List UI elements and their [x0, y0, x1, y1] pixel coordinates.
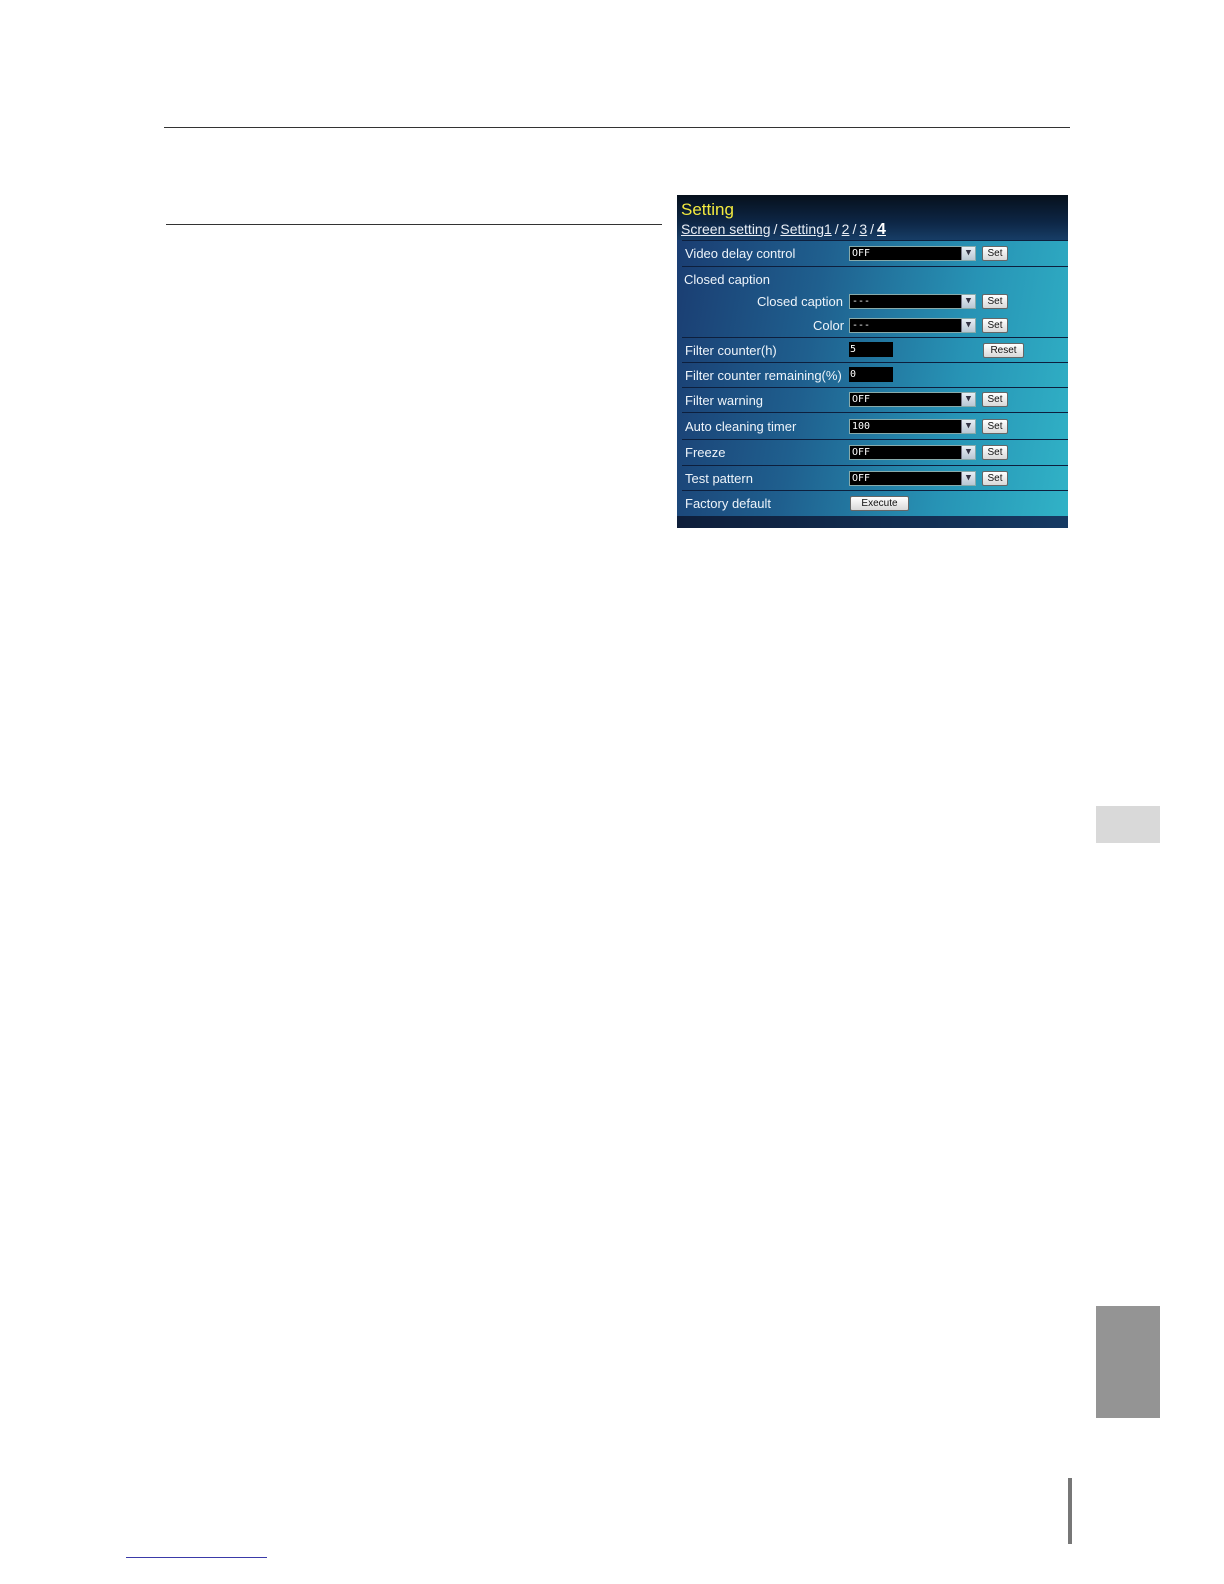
filter-warning-label: Filter warning [685, 393, 764, 408]
row-factory-default: Factory default Execute [682, 490, 1068, 516]
filter-remaining-label: Filter counter remaining(%) [685, 368, 842, 383]
chevron-down-icon[interactable]: ▼ [961, 393, 975, 406]
closed-caption-select[interactable]: --- ▼ [849, 294, 976, 309]
video-delay-select[interactable]: OFF ▼ [849, 246, 976, 261]
test-pattern-select[interactable]: OFF ▼ [849, 471, 976, 486]
header-rule [164, 127, 1070, 128]
panel-title: Setting [681, 200, 734, 219]
chevron-down-icon[interactable]: ▼ [961, 420, 975, 433]
closed-caption-value: --- [852, 296, 871, 307]
filter-warning-set-button[interactable]: Set [982, 392, 1008, 407]
chapter-tab-dark [1096, 1306, 1160, 1418]
chevron-down-icon[interactable]: ▼ [961, 319, 975, 332]
closed-caption-set-button[interactable]: Set [982, 294, 1008, 309]
section-rule [166, 224, 662, 225]
chevron-down-icon[interactable]: ▼ [961, 472, 975, 485]
freeze-label: Freeze [685, 445, 726, 460]
row-filter-warning: Filter warning OFF ▼ Set [682, 387, 1068, 412]
breadcrumb-separator: / [852, 221, 857, 237]
chapter-tab-light [1096, 806, 1160, 843]
freeze-set-button[interactable]: Set [982, 445, 1008, 460]
auto-cleaning-set-button[interactable]: Set [982, 419, 1008, 434]
auto-cleaning-select[interactable]: 100 ▼ [849, 419, 976, 434]
color-select[interactable]: --- ▼ [849, 318, 976, 333]
row-closed-caption-group: Closed caption Closed caption --- ▼ Set … [682, 266, 1068, 337]
closed-caption-label: Closed caption [757, 294, 843, 309]
factory-default-execute-button[interactable]: Execute [850, 496, 909, 511]
row-auto-cleaning-timer: Auto cleaning timer 100 ▼ Set [682, 412, 1068, 439]
footer-link-underline [126, 1557, 267, 1558]
row-freeze: Freeze OFF ▼ Set [682, 439, 1068, 465]
filter-warning-select[interactable]: OFF ▼ [849, 392, 976, 407]
test-pattern-set-button[interactable]: Set [982, 471, 1008, 486]
freeze-select[interactable]: OFF ▼ [849, 445, 976, 460]
video-delay-value: OFF [852, 248, 871, 259]
breadcrumb-separator: / [834, 221, 839, 237]
closed-caption-group-label: Closed caption [684, 272, 770, 287]
breadcrumb-separator: / [773, 221, 778, 237]
freeze-value: OFF [852, 447, 871, 458]
factory-default-label: Factory default [685, 496, 771, 511]
chevron-down-icon[interactable]: ▼ [961, 247, 975, 260]
filter-remaining-field: 0 [849, 367, 893, 382]
breadcrumb-screen-setting[interactable]: Screen setting [681, 221, 771, 237]
breadcrumb-setting1[interactable]: Setting1 [780, 221, 831, 237]
settings-panel: Setting Screen setting / Setting1/2/3/4 Vi… [677, 195, 1068, 528]
test-pattern-label: Test pattern [685, 471, 753, 486]
video-delay-set-button[interactable]: Set [982, 246, 1008, 261]
test-pattern-value: OFF [852, 473, 871, 484]
row-filter-counter: Filter counter(h) 5 Reset [682, 337, 1068, 362]
breadcrumb-page-4-current: 4 [877, 221, 886, 238]
filter-counter-field: 5 [849, 342, 893, 357]
chevron-down-icon[interactable]: ▼ [961, 295, 975, 308]
chevron-down-icon[interactable]: ▼ [961, 446, 975, 459]
color-value: --- [852, 320, 871, 331]
panel-footer [677, 516, 1068, 528]
auto-cleaning-label: Auto cleaning timer [685, 419, 797, 434]
filter-counter-reset-button[interactable]: Reset [983, 343, 1024, 358]
row-video-delay-control: Video delay control OFF ▼ Set [682, 240, 1068, 266]
auto-cleaning-value: 100 [852, 421, 871, 432]
filter-counter-label: Filter counter(h) [685, 343, 777, 358]
breadcrumb-page-3[interactable]: 3 [859, 221, 867, 237]
row-filter-counter-remaining: Filter counter remaining(%) 0 [682, 362, 1068, 387]
color-set-button[interactable]: Set [982, 318, 1008, 333]
color-label: Color [813, 318, 845, 333]
video-delay-label: Video delay control [685, 246, 796, 261]
row-test-pattern: Test pattern OFF ▼ Set [682, 465, 1068, 490]
filter-warning-value: OFF [852, 394, 871, 405]
panel-header: Setting Screen setting / Setting1/2/3/4 [677, 195, 1068, 240]
breadcrumb: Screen setting / Setting1/2/3/4 [681, 221, 886, 238]
breadcrumb-separator: / [870, 221, 875, 237]
page-marker-bar [1068, 1478, 1072, 1544]
